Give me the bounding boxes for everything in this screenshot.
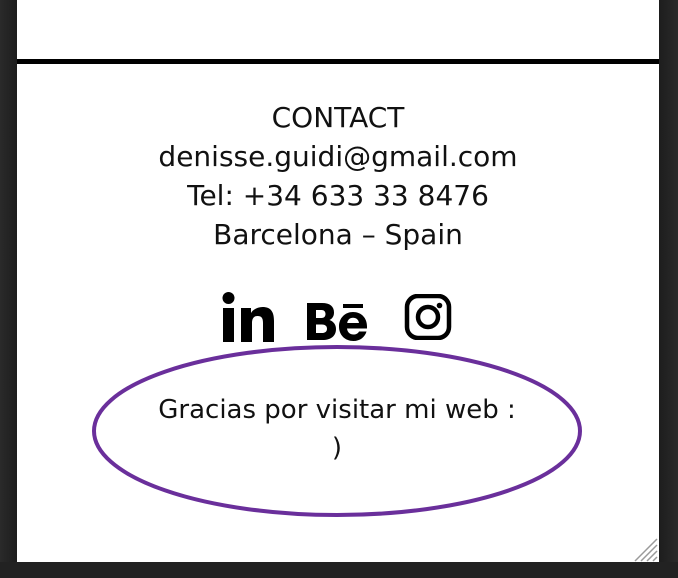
linkedin-icon: [222, 292, 274, 342]
section-divider: [17, 59, 659, 64]
instagram-link[interactable]: [403, 293, 453, 341]
window-frame-bottom: [0, 562, 678, 578]
contact-section: CONTACT denisse.guidi@gmail.com Tel: +34…: [17, 98, 659, 254]
page-viewport: CONTACT denisse.guidi@gmail.com Tel: +34…: [17, 0, 659, 562]
contact-phone: Tel: +34 633 33 8476: [187, 179, 489, 212]
contact-location: Barcelona – Spain: [213, 218, 463, 251]
thanks-text-line-1: Gracias por visitar mi web :: [158, 395, 516, 425]
contact-heading: CONTACT: [271, 101, 405, 134]
thanks-text: Gracias por visitar mi web : ): [142, 391, 532, 467]
behance-link[interactable]: [305, 290, 371, 344]
window-frame-left: [0, 0, 17, 578]
thanks-text-line-2: ): [331, 433, 343, 463]
contact-email-link[interactable]: denisse.guidi@gmail.com: [17, 137, 659, 176]
social-links: [217, 290, 467, 346]
linkedin-link[interactable]: [221, 290, 277, 344]
thanks-message: Gracias por visitar mi web : ): [92, 344, 582, 518]
resize-grip-icon[interactable]: [630, 534, 658, 562]
behance-icon: [307, 303, 367, 341]
window-frame-right: [659, 0, 678, 578]
instagram-icon: [404, 293, 452, 341]
